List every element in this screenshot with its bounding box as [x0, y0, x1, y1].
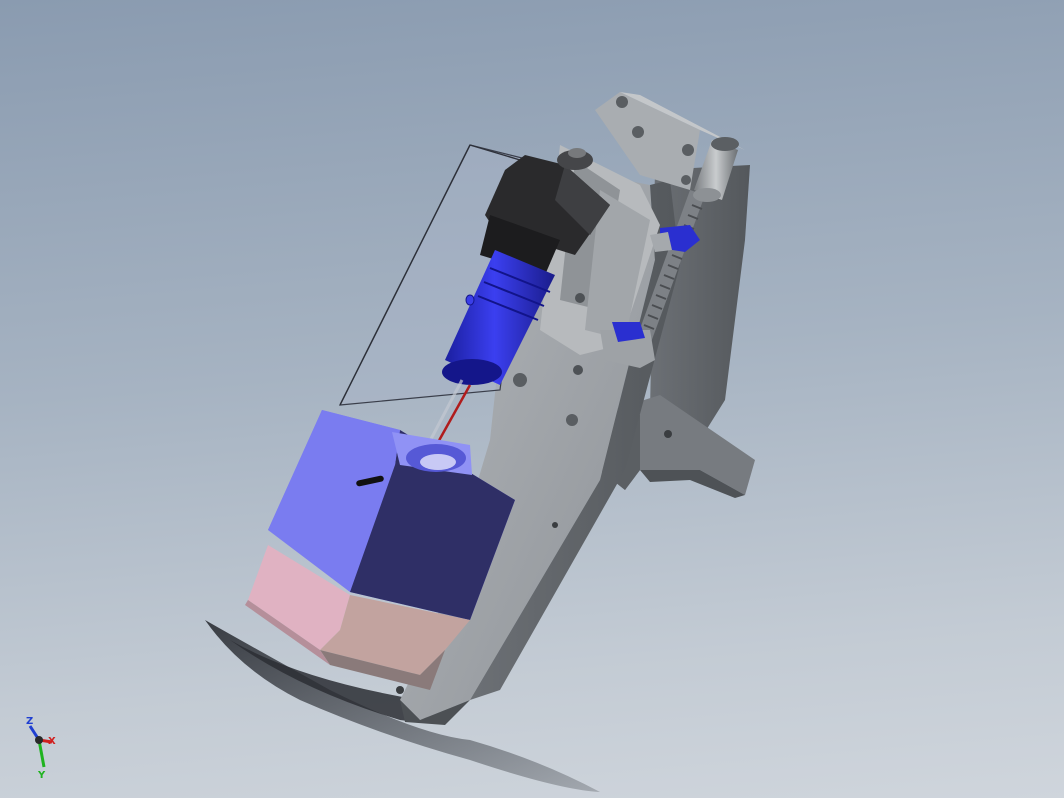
x-axis-label: X	[48, 736, 56, 747]
y-axis-line	[37, 739, 46, 768]
cad-model[interactable]	[0, 0, 1064, 798]
graphics-viewport[interactable]: X Y Z	[0, 0, 1064, 798]
z-axis-label: Z	[26, 716, 33, 727]
y-axis-label: Y	[37, 770, 46, 781]
triad-origin	[35, 736, 43, 744]
axis-triad[interactable]: X Y Z	[14, 712, 64, 782]
